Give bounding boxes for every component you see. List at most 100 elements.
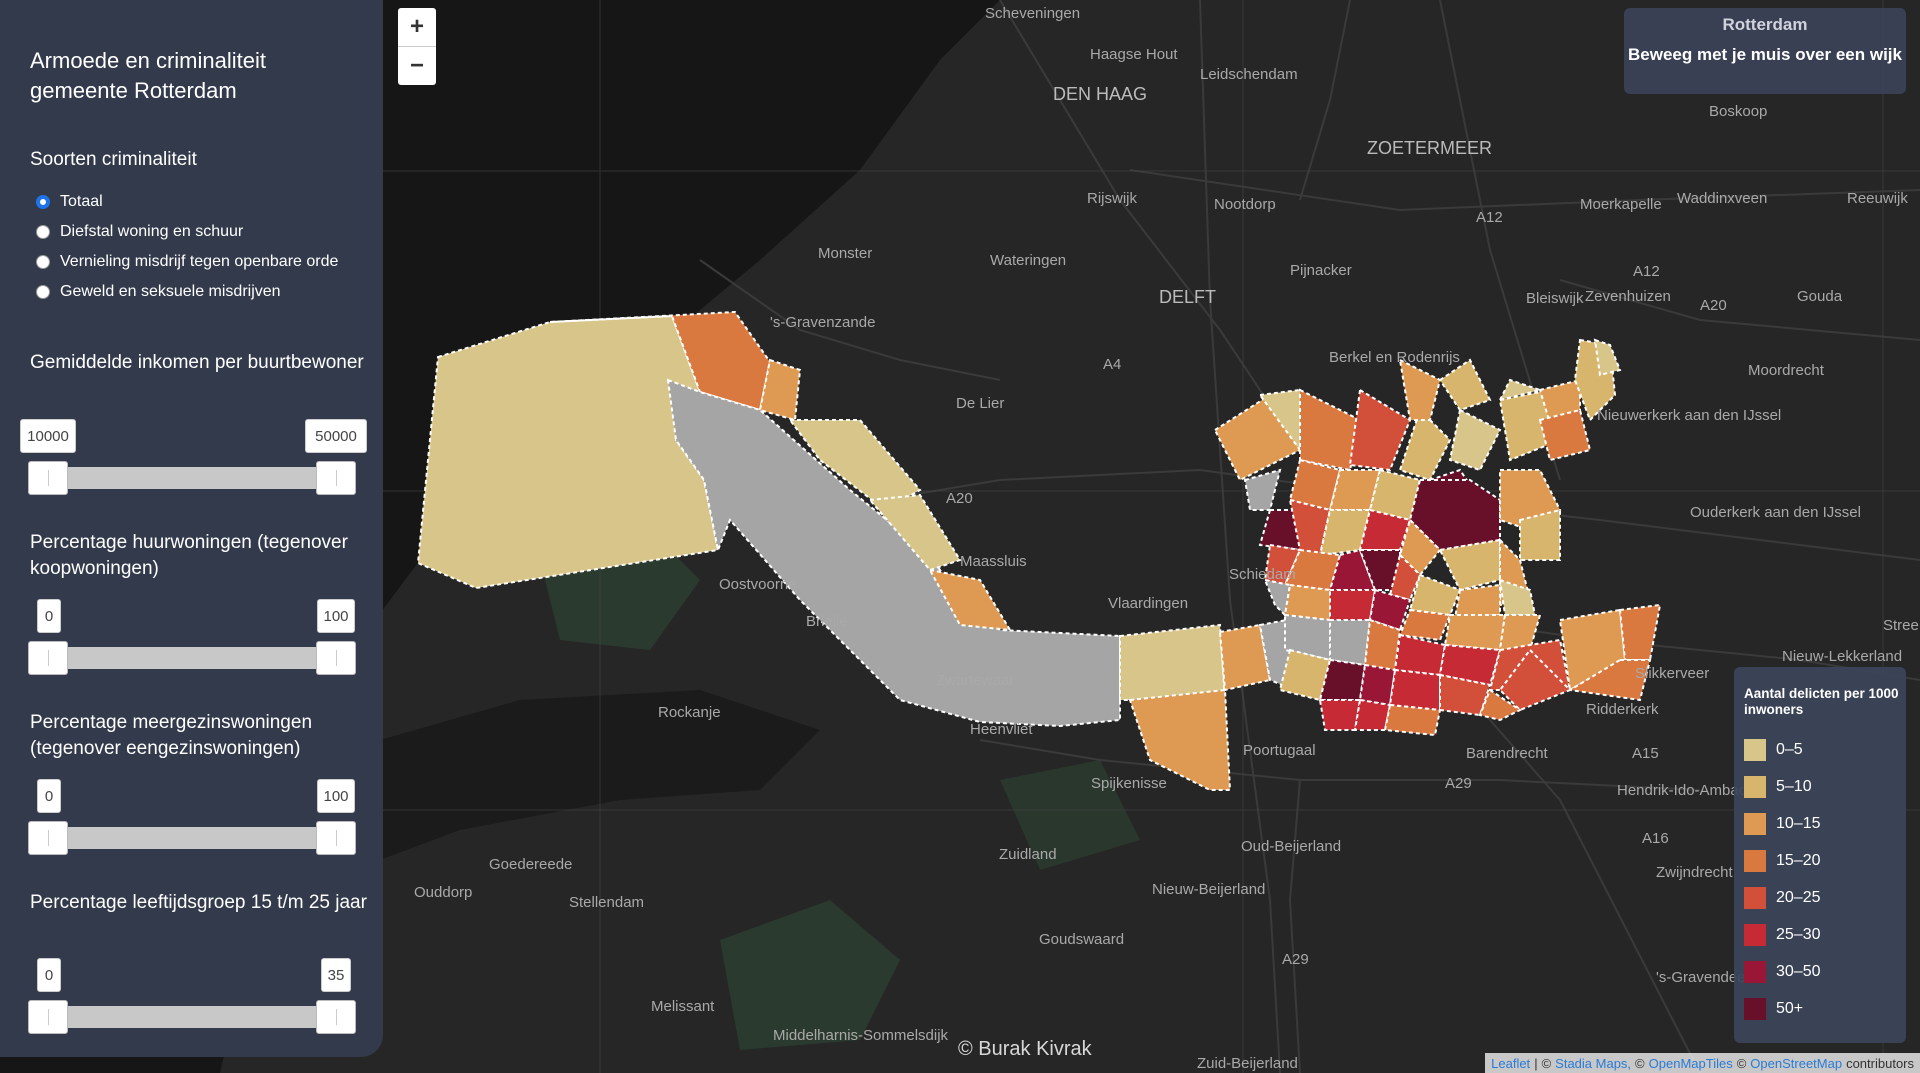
district-zuidwijk[interactable] — [1358, 663, 1397, 707]
radio-button[interactable] — [36, 195, 50, 209]
legend-swatch — [1744, 776, 1766, 798]
multifamily-filter-heading: Percentage meergezinswoningen (tegenover… — [30, 712, 313, 759]
map-label: Oostvoorne — [719, 576, 797, 593]
legend-label: 25–30 — [1776, 926, 1821, 943]
crime-option-totaal[interactable]: Totaal — [36, 193, 103, 211]
district-noordereiland[interactable] — [1453, 583, 1501, 620]
map-label: Nootdorp — [1214, 196, 1276, 213]
map-legend: Aantal delicten per 1000 inwoners 0–5 5–… — [1734, 667, 1906, 1043]
map-label: A16 — [1642, 830, 1669, 847]
map-label: Heenvliet — [970, 721, 1033, 738]
attribution-contributors: contributors — [1846, 1055, 1914, 1071]
legend-entry: 15–20 — [1744, 849, 1821, 873]
map-label: Wateringen — [990, 252, 1066, 269]
map-label: Nieuwerkerk aan den IJssel — [1597, 407, 1781, 424]
age-max-value: 35 — [321, 958, 351, 992]
map-label: A12 — [1633, 263, 1660, 280]
openstreetmap-link[interactable]: OpenStreetMap — [1750, 1056, 1842, 1071]
district-tussendijken[interactable] — [1283, 583, 1331, 622]
info-box: Rotterdam Beweeg met je muis over een wi… — [1624, 8, 1906, 94]
legend-entry: 50+ — [1744, 997, 1803, 1021]
map-label: A15 — [1632, 745, 1659, 762]
age-slider-max-handle[interactable] — [316, 1000, 356, 1034]
multifamily-slider-min-handle[interactable] — [28, 821, 68, 855]
map-label: Slikkerveer — [1635, 665, 1709, 682]
district-heijplaat[interactable] — [1318, 699, 1362, 731]
legend-swatch — [1744, 961, 1766, 983]
radio-button[interactable] — [36, 285, 50, 299]
multifamily-slider-track[interactable] — [48, 827, 338, 849]
map-label: A20 — [946, 490, 973, 507]
age-slider-track[interactable] — [48, 1006, 338, 1028]
zoom-out-button[interactable]: − — [398, 46, 436, 85]
multifamily-slider-max-handle[interactable] — [316, 821, 356, 855]
district-zuiderpark[interactable] — [1383, 703, 1442, 737]
legend-label: 30–50 — [1776, 963, 1821, 980]
map-label: Middelharnis-Sommelsdijk — [773, 1027, 949, 1044]
map-label: Spijkenisse — [1091, 775, 1167, 792]
map-label: Vlaardingen — [1108, 595, 1188, 612]
rental-slider-min-handle[interactable] — [28, 641, 68, 675]
rental-filter-heading: Percentage huurwoningen (tegenover koopw… — [30, 532, 348, 579]
map-label: Nieuw-Lekkerland — [1782, 648, 1902, 665]
legend-label: 20–25 — [1776, 889, 1821, 906]
map-label: DELFT — [1159, 287, 1216, 307]
map-label: Monster — [818, 245, 872, 262]
legend-label: 5–10 — [1776, 778, 1812, 795]
rental-slider-track[interactable] — [48, 647, 338, 669]
crime-option-geweld[interactable]: Geweld en seksuele misdrijven — [36, 283, 281, 301]
district-nieuwe-westen[interactable] — [1329, 589, 1377, 621]
legend-label: 10–15 — [1776, 815, 1821, 832]
map-label: ZOETERMEER — [1367, 138, 1492, 158]
radio-button[interactable] — [36, 255, 50, 269]
district-rozenburg[interactable] — [416, 314, 720, 590]
legend-swatch — [1744, 850, 1766, 872]
district-tarwewijk[interactable] — [1329, 619, 1372, 667]
radio-button[interactable] — [36, 225, 50, 239]
map-label: DEN HAAG — [1053, 84, 1147, 104]
legend-label: 50+ — [1776, 1000, 1804, 1017]
map-label: Scheveningen — [985, 5, 1080, 22]
map-label: Zevenhuizen — [1585, 288, 1671, 305]
zoom-control: + − — [398, 8, 436, 85]
leaflet-link[interactable]: Leaflet — [1491, 1056, 1530, 1071]
map-label: Ouddorp — [414, 884, 472, 901]
crime-option-diefstal[interactable]: Diefstal woning en schuur — [36, 223, 243, 241]
map-label: Brielle — [806, 613, 848, 630]
radio-label: Vernieling misdrijf tegen openbare orde — [60, 253, 339, 270]
crime-option-vernieling[interactable]: Vernieling misdrijf tegen openbare orde — [36, 253, 338, 271]
zoom-in-button[interactable]: + — [398, 8, 436, 46]
map-label: Zwijndrecht — [1656, 864, 1734, 881]
attribution-copy: © — [1736, 1055, 1747, 1071]
age-slider-min-handle[interactable] — [28, 1000, 68, 1034]
stadia-maps-link[interactable]: Stadia Maps, — [1555, 1056, 1631, 1071]
map-label: Maassluis — [960, 553, 1027, 570]
map-label: A12 — [1476, 209, 1503, 226]
map-label: Nieuw-Beijerland — [1152, 881, 1265, 898]
map-label: Pijnacker — [1290, 262, 1352, 279]
legend-entry: 5–10 — [1744, 775, 1812, 799]
district-rozenburg-east[interactable] — [1119, 623, 1227, 701]
legend-entry: 0–5 — [1744, 738, 1803, 762]
map-label: 's-Gravenzande — [770, 314, 875, 331]
district-carnisse[interactable] — [1388, 668, 1441, 712]
district-afrikaanderwijk[interactable] — [1443, 614, 1507, 652]
map-label: Boskoop — [1709, 103, 1767, 120]
rental-slider-max-handle[interactable] — [316, 641, 356, 675]
map-label: De Lier — [956, 395, 1004, 412]
map-label: Moerkapelle — [1580, 196, 1662, 213]
income-slider-min-handle[interactable] — [28, 461, 68, 495]
map-label: Haagse Hout — [1090, 46, 1178, 63]
age-filter-heading: Percentage leeftijdsgroep 15 t/m 25 jaar — [30, 892, 367, 913]
map-label: Goedereede — [489, 856, 572, 873]
map-label: Reeuwijk — [1847, 190, 1908, 207]
income-slider-track[interactable] — [48, 467, 338, 489]
legend-entry: 10–15 — [1744, 812, 1821, 836]
legend-swatch — [1744, 887, 1766, 909]
info-box-title: Rotterdam — [1722, 15, 1808, 34]
district-wielewaal[interactable] — [1353, 698, 1392, 731]
map-label: Stree — [1883, 617, 1919, 634]
map-label: Waddinxveen — [1677, 190, 1767, 207]
income-slider-max-handle[interactable] — [316, 461, 356, 495]
openmaptiles-link[interactable]: OpenMapTiles — [1649, 1056, 1733, 1071]
